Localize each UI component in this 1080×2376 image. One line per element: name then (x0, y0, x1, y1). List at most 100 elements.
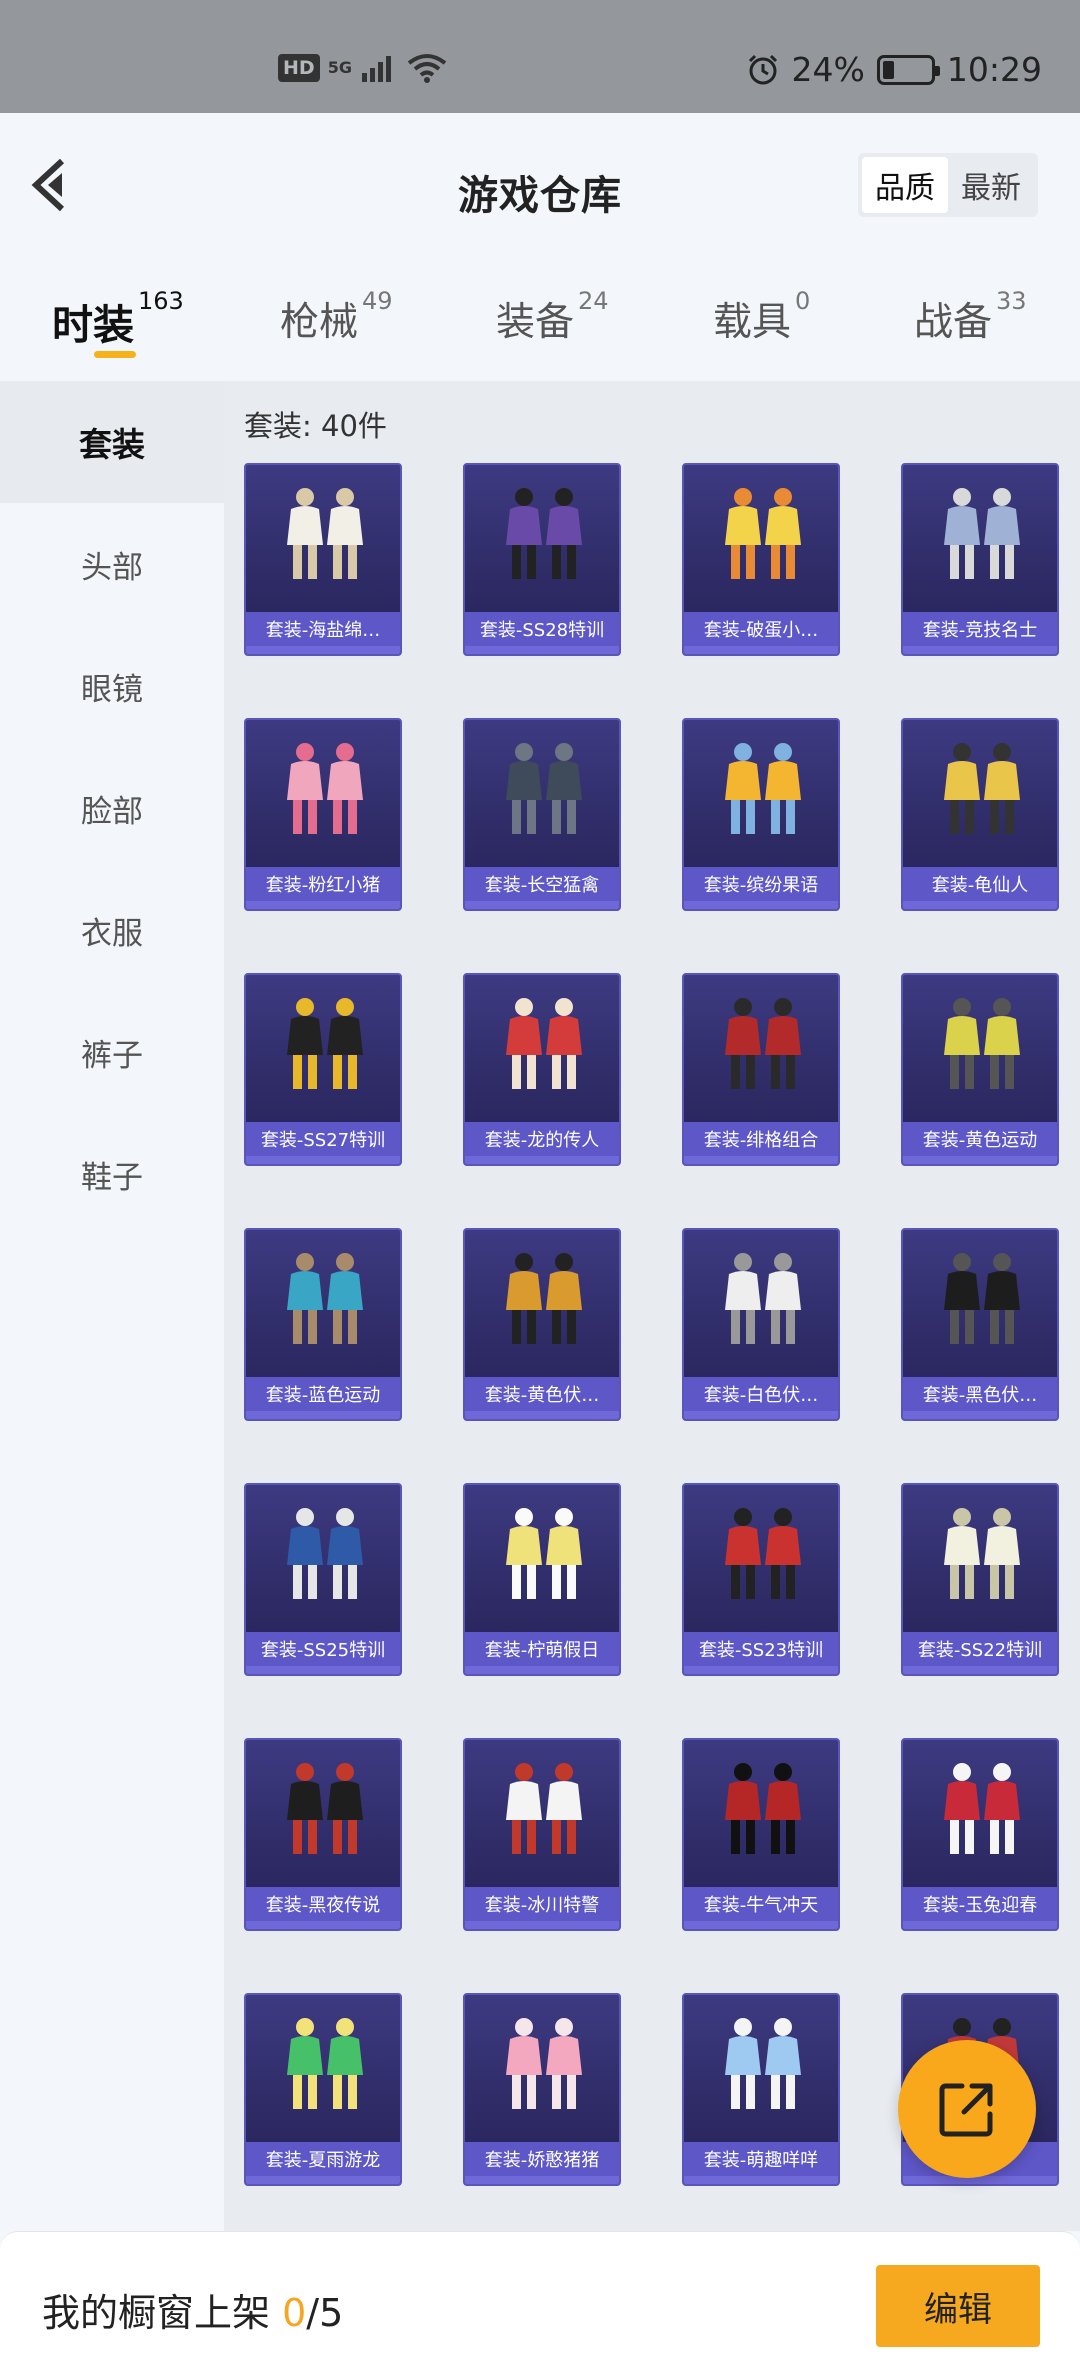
item-card[interactable]: 套装-柠萌假日 (463, 1483, 621, 1676)
item-card[interactable]: 套装-缤纷果语 (682, 718, 840, 911)
tab-vehicles[interactable]: 载具 0 (713, 287, 810, 347)
item-name: 套装-蓝色运动 (246, 1377, 400, 1411)
item-grid: 套装-海盐绵… 套装-SS28特训 套装-破蛋小… 套装-竞技名士 套装-粉红小猪 套装-… (244, 463, 1080, 2186)
item-name: 套装-黑夜传说 (246, 1887, 400, 1921)
subcategory-sidebar: 套装 头部 眼镜 脸部 衣服 裤子 鞋子 (0, 381, 224, 2231)
tab-label: 装备 (496, 300, 575, 345)
sidebar-item-glasses[interactable]: 眼镜 (0, 625, 224, 747)
outfit-image (684, 465, 838, 605)
item-card[interactable]: 套装-绯格组合 (682, 973, 840, 1166)
outfit-image (903, 975, 1057, 1115)
outfit-image (465, 975, 619, 1115)
item-card-strip (684, 901, 838, 909)
item-name: 套装-SS23特训 (684, 1632, 838, 1666)
status-bar: HD 5G 24% 10:29 (0, 0, 1080, 113)
tab-guns[interactable]: 枪械 49 (280, 287, 393, 347)
item-name: 套装-海盐绵… (246, 612, 400, 646)
item-card[interactable]: 套装-竞技名士 (901, 463, 1059, 656)
tab-count: 24 (578, 287, 609, 315)
outfit-image (903, 465, 1057, 605)
item-card-strip (903, 646, 1057, 654)
sort-toggle: 品质 最新 (858, 153, 1038, 217)
tab-count: 49 (362, 287, 393, 315)
item-card[interactable]: 套装-蓝色运动 (244, 1228, 402, 1421)
item-name: 套装-夏雨游龙 (246, 2142, 400, 2176)
outfit-image (903, 1740, 1057, 1880)
sort-newest-button[interactable]: 最新 (948, 157, 1034, 213)
item-card[interactable]: 套装-牛气冲天 (682, 1738, 840, 1931)
tab-count: 33 (996, 287, 1027, 315)
sidebar-item-head[interactable]: 头部 (0, 503, 224, 625)
item-name: 套装-白色伏… (684, 1377, 838, 1411)
status-network-group: HD 5G (278, 52, 448, 84)
item-card[interactable]: 套装-龟仙人 (901, 718, 1059, 911)
item-name: 套装-SS22特训 (903, 1632, 1057, 1666)
tab-fashion[interactable]: 时装 163 (52, 287, 184, 351)
showcase-status: 我的橱窗上架 0/5 (42, 2282, 343, 2337)
sidebar-item-pants[interactable]: 裤子 (0, 991, 224, 1113)
item-card[interactable]: 套装-冰川特警 (463, 1738, 621, 1931)
sort-quality-button[interactable]: 品质 (862, 157, 948, 213)
sidebar-item-shoes[interactable]: 鞋子 (0, 1113, 224, 1235)
clock: 10:29 (946, 50, 1042, 89)
item-card-strip (465, 1411, 619, 1419)
item-card[interactable]: 套装-玉兔迎春 (901, 1738, 1059, 1931)
share-button[interactable] (898, 2040, 1036, 2178)
app-header: 游戏仓库 品质 最新 (0, 113, 1080, 263)
item-card[interactable]: 套装-破蛋小… (682, 463, 840, 656)
item-card[interactable]: 套装-SS22特训 (901, 1483, 1059, 1676)
signal-icon (361, 56, 391, 82)
item-card[interactable]: 套装-长空猛禽 (463, 718, 621, 911)
tab-count: 163 (138, 287, 184, 315)
item-card[interactable]: 套装-白色伏… (682, 1228, 840, 1421)
sidebar-item-face[interactable]: 脸部 (0, 747, 224, 869)
outfit-image (246, 975, 400, 1115)
item-count-label: 套装: 40件 (244, 409, 387, 443)
item-card[interactable]: 套装-黄色运动 (901, 973, 1059, 1166)
item-card[interactable]: 套装-夏雨游龙 (244, 1993, 402, 2186)
item-name: 套装-黄色运动 (903, 1122, 1057, 1156)
tab-supplies[interactable]: 战备 33 (914, 287, 1027, 347)
item-card-strip (903, 2176, 1057, 2184)
item-card[interactable]: 套装-SS27特训 (244, 973, 402, 1166)
item-card-strip (465, 1156, 619, 1164)
item-card-strip (903, 1921, 1057, 1929)
outfit-image (903, 1230, 1057, 1370)
item-card[interactable]: 套装-萌趣咩咩 (682, 1993, 840, 2186)
item-card-strip (465, 1666, 619, 1674)
item-card[interactable]: 套装-SS23特训 (682, 1483, 840, 1676)
item-card-strip (246, 1921, 400, 1929)
item-card[interactable]: 套装-粉红小猪 (244, 718, 402, 911)
outfit-image (684, 1485, 838, 1625)
tab-equipment[interactable]: 装备 24 (496, 287, 609, 347)
item-card[interactable]: 套装-海盐绵… (244, 463, 402, 656)
item-card[interactable]: 套装-SS25特训 (244, 1483, 402, 1676)
outfit-image (465, 465, 619, 605)
sidebar-item-suits[interactable]: 套装 (0, 381, 224, 503)
item-card[interactable]: 套装-娇憨猪猪 (463, 1993, 621, 2186)
item-card[interactable]: 套装-黑夜传说 (244, 1738, 402, 1931)
edit-button[interactable]: 编辑 (876, 2265, 1040, 2347)
outfit-image (684, 1995, 838, 2135)
item-card-strip (246, 1156, 400, 1164)
outfit-image (465, 1485, 619, 1625)
item-name: 套装-长空猛禽 (465, 867, 619, 901)
tab-label: 时装 (52, 301, 134, 349)
item-card-strip (246, 2176, 400, 2184)
item-card[interactable]: 套装-龙的传人 (463, 973, 621, 1166)
tab-label: 枪械 (280, 300, 359, 345)
tab-label: 战备 (914, 300, 993, 345)
wifi-icon (407, 54, 447, 83)
item-card[interactable]: 套装-黑色伏… (901, 1228, 1059, 1421)
item-card-strip (246, 1411, 400, 1419)
item-name: 套装-SS27特训 (246, 1122, 400, 1156)
outfit-image (246, 465, 400, 605)
item-card-strip (246, 1666, 400, 1674)
outfit-image (465, 1740, 619, 1880)
item-card[interactable]: 套装-SS28特训 (463, 463, 621, 656)
sidebar-item-clothes[interactable]: 衣服 (0, 869, 224, 991)
item-card-strip (684, 1921, 838, 1929)
item-card[interactable]: 套装-黄色伏… (463, 1228, 621, 1421)
outfit-image (684, 1230, 838, 1370)
item-card-strip (246, 646, 400, 654)
